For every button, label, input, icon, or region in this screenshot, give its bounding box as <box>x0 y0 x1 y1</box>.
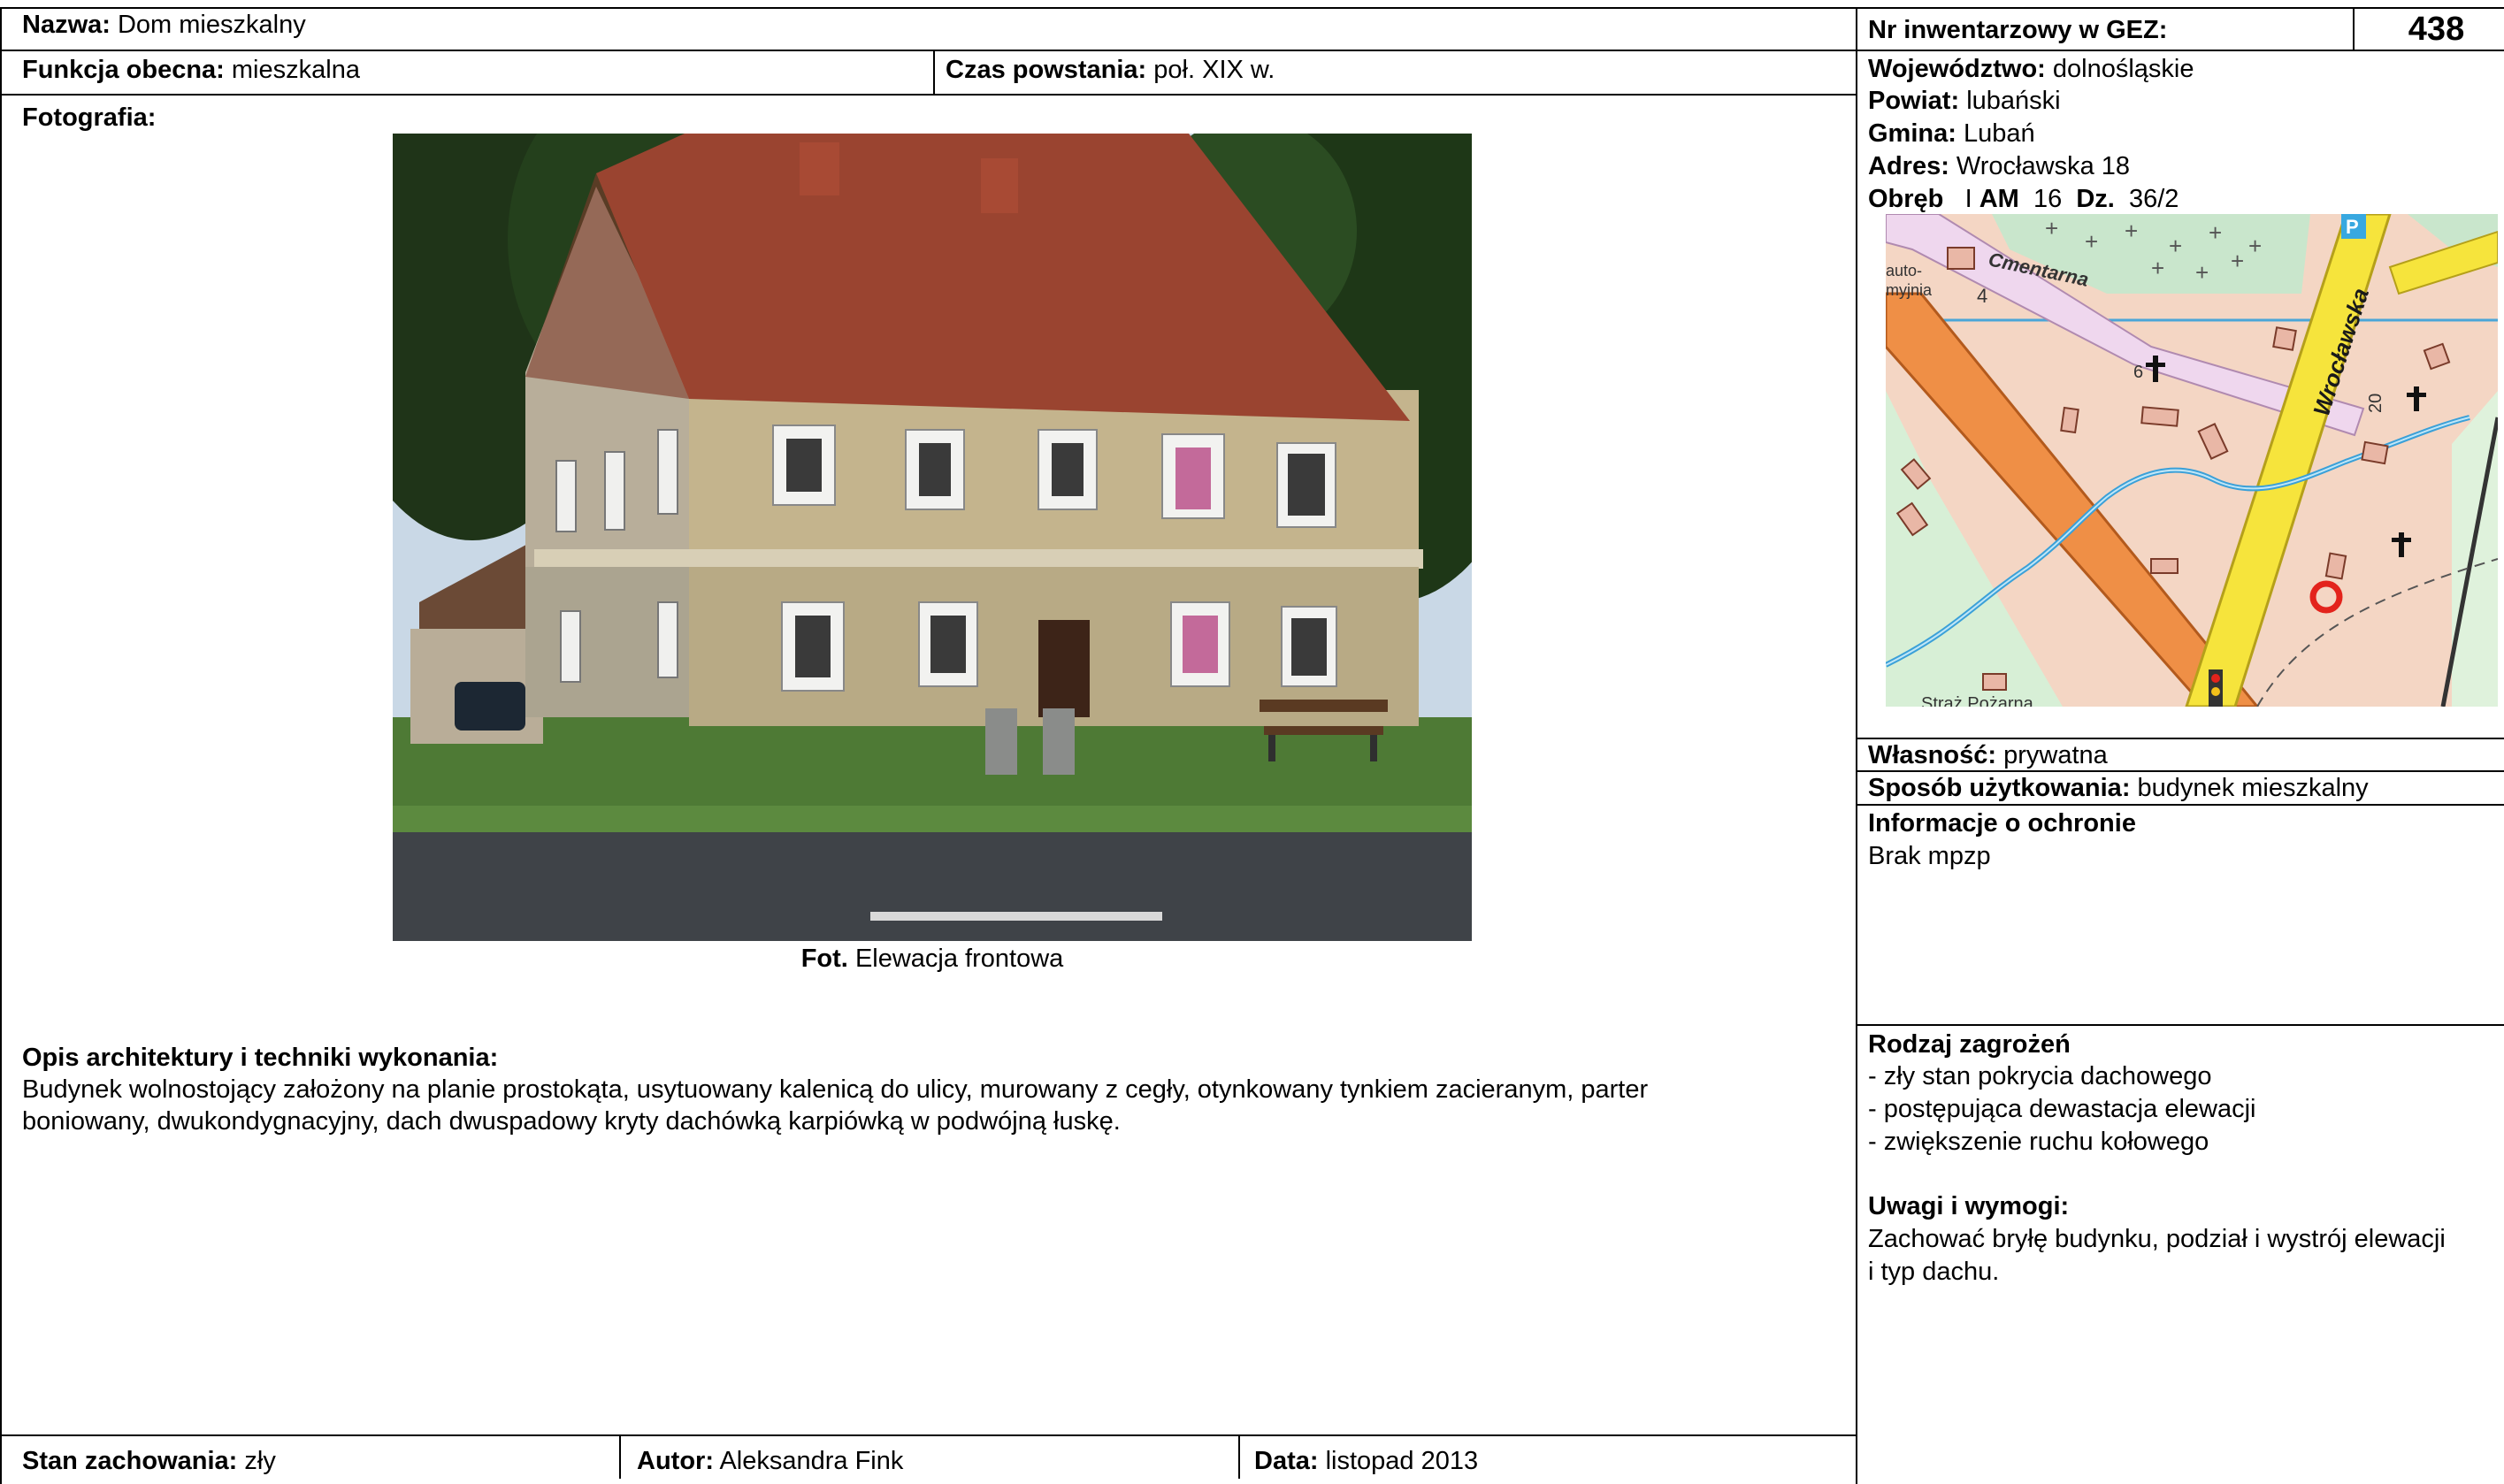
photo-caption-prefix: Fot. <box>800 945 848 973</box>
svg-text:+: + <box>2085 228 2098 255</box>
name-label: Nazwa: <box>22 11 111 39</box>
date-built-field: Czas powstania: poł. XIX w. <box>946 54 1275 86</box>
svg-text:+: + <box>2169 233 2182 259</box>
usage-label: Sposób użytkowania: <box>1868 774 2131 802</box>
building-photo <box>393 134 1472 941</box>
ownership-label: Własność: <box>1868 741 1997 769</box>
col-rule <box>933 50 935 96</box>
row-rule <box>1857 804 2504 806</box>
function-value: mieszkalna <box>231 56 360 84</box>
name-value: Dom mieszkalny <box>117 11 306 39</box>
row-rule <box>1857 1024 2504 1026</box>
county-value: lubański <box>1966 87 2061 115</box>
remarks-line-2: i typ dachu. <box>1868 1258 2000 1286</box>
function-field: Funkcja obecna: mieszkalna <box>22 54 360 86</box>
description-label: Opis architektury i techniki wykonania: <box>22 1044 499 1072</box>
voivodeship-label: Województwo: <box>1868 55 2046 83</box>
am-label: AM <box>1979 185 2019 213</box>
location-map-illustration: + + + + + + + + + P Cmentarna auto- myjnia 4 6… <box>1886 214 2498 707</box>
author-label: Autor: <box>637 1447 714 1475</box>
date-built-value: poł. XIX w. <box>1153 56 1275 84</box>
inventory-number: 438 <box>2408 11 2465 48</box>
row-rule <box>0 1434 1857 1436</box>
date-value: listopad 2013 <box>1325 1447 1479 1475</box>
county-field: Powiat: lubański <box>1868 85 2061 117</box>
photo-caption: Fot. Elewacja frontowa <box>393 943 1472 975</box>
threat-item: - zły stan pokrycia dachowego <box>1868 1062 2212 1090</box>
commune-label: Gmina: <box>1868 119 1956 148</box>
threat-item: - postępująca dewastacja elewacji <box>1868 1095 2256 1123</box>
location-map: + + + + + + + + + P Cmentarna auto- myjnia 4 6… <box>1886 214 2498 707</box>
author-value: Aleksandra Fink <box>719 1447 904 1475</box>
description-line-1: Budynek wolnostojący założony na planie … <box>22 1075 1649 1104</box>
photo-label: Fotografia: <box>22 103 157 132</box>
address-value: Wrocławska 18 <box>1956 152 2131 180</box>
condition-label: Stan zachowania: <box>22 1447 238 1475</box>
building-photo-illustration <box>393 134 1472 941</box>
date-built-label: Czas powstania: <box>946 56 1147 84</box>
obreb-label: Obręb <box>1868 185 1944 213</box>
svg-text:+: + <box>2151 255 2164 281</box>
svg-text:+: + <box>2195 259 2209 286</box>
condition-value: zły <box>244 1447 276 1475</box>
voivodeship-field: Województwo: dolnośląskie <box>1868 53 2194 85</box>
row-rule <box>0 94 1857 96</box>
map-label-carwash-2: myjnia <box>1886 281 1933 299</box>
row-rule <box>0 50 1857 51</box>
svg-text:+: + <box>2125 218 2138 244</box>
map-label-carwash-1: auto- <box>1886 262 1922 279</box>
parcel-field: Obręb I AM 16 Dz. 36/2 <box>1868 183 2179 215</box>
threat-item: - zwiększenie ruchu kołowego <box>1868 1128 2209 1156</box>
remarks-line-1: Zachować bryłę budynku, podział i wystró… <box>1868 1225 2446 1253</box>
dz-label: Dz. <box>2076 185 2115 213</box>
commune-field: Gmina: Lubań <box>1868 118 2035 149</box>
map-label-number-6: 6 <box>2133 363 2143 382</box>
commune-value: Lubań <box>1963 119 2035 148</box>
function-label: Funkcja obecna: <box>22 56 225 84</box>
county-label: Powiat: <box>1868 87 1960 115</box>
am-value: 16 <box>2033 185 2063 213</box>
address-field: Adres: Wrocławska 18 <box>1868 150 2130 182</box>
usage-value: budynek mieszkalny <box>2137 774 2369 802</box>
svg-text:+: + <box>2231 248 2244 274</box>
map-label-number-20: 20 <box>2366 394 2385 413</box>
threats-label: Rodzaj zagrożeń <box>1868 1030 2071 1059</box>
photo-caption-text: Elewacja frontowa <box>854 945 1064 973</box>
protection-label: Informacje o ochronie <box>1868 809 2136 838</box>
ownership-field: Własność: prywatna <box>1868 739 2108 771</box>
date-label: Data: <box>1254 1447 1319 1475</box>
svg-text:+: + <box>2248 233 2262 259</box>
map-label-number-4: 4 <box>1977 285 1987 307</box>
row-rule <box>1857 50 2504 51</box>
obreb-value: I <box>1964 185 1972 213</box>
usage-field: Sposób użytkowania: budynek mieszkalny <box>1868 772 2369 804</box>
map-parking-sign: P <box>2346 216 2359 238</box>
description-line-2: boniowany, dwukondygnacyjny, dach dwuspa… <box>22 1107 1121 1136</box>
name-field: Nazwa: Dom mieszkalny <box>22 9 306 41</box>
dz-value: 36/2 <box>2128 185 2179 213</box>
svg-text:+: + <box>2209 219 2222 246</box>
map-label-firestation: Straż Pożarna <box>1921 694 2034 707</box>
voivodeship-value: dolnośląskie <box>2052 55 2194 83</box>
ownership-value: prywatna <box>2003 741 2108 769</box>
svg-text:+: + <box>2045 215 2058 241</box>
inventory-label: Nr inwentarzowy w GEZ: <box>1868 16 2168 44</box>
remarks-label: Uwagi i wymogi: <box>1868 1192 2070 1220</box>
protection-value: Brak mpzp <box>1868 842 1991 870</box>
address-label: Adres: <box>1868 152 1949 180</box>
